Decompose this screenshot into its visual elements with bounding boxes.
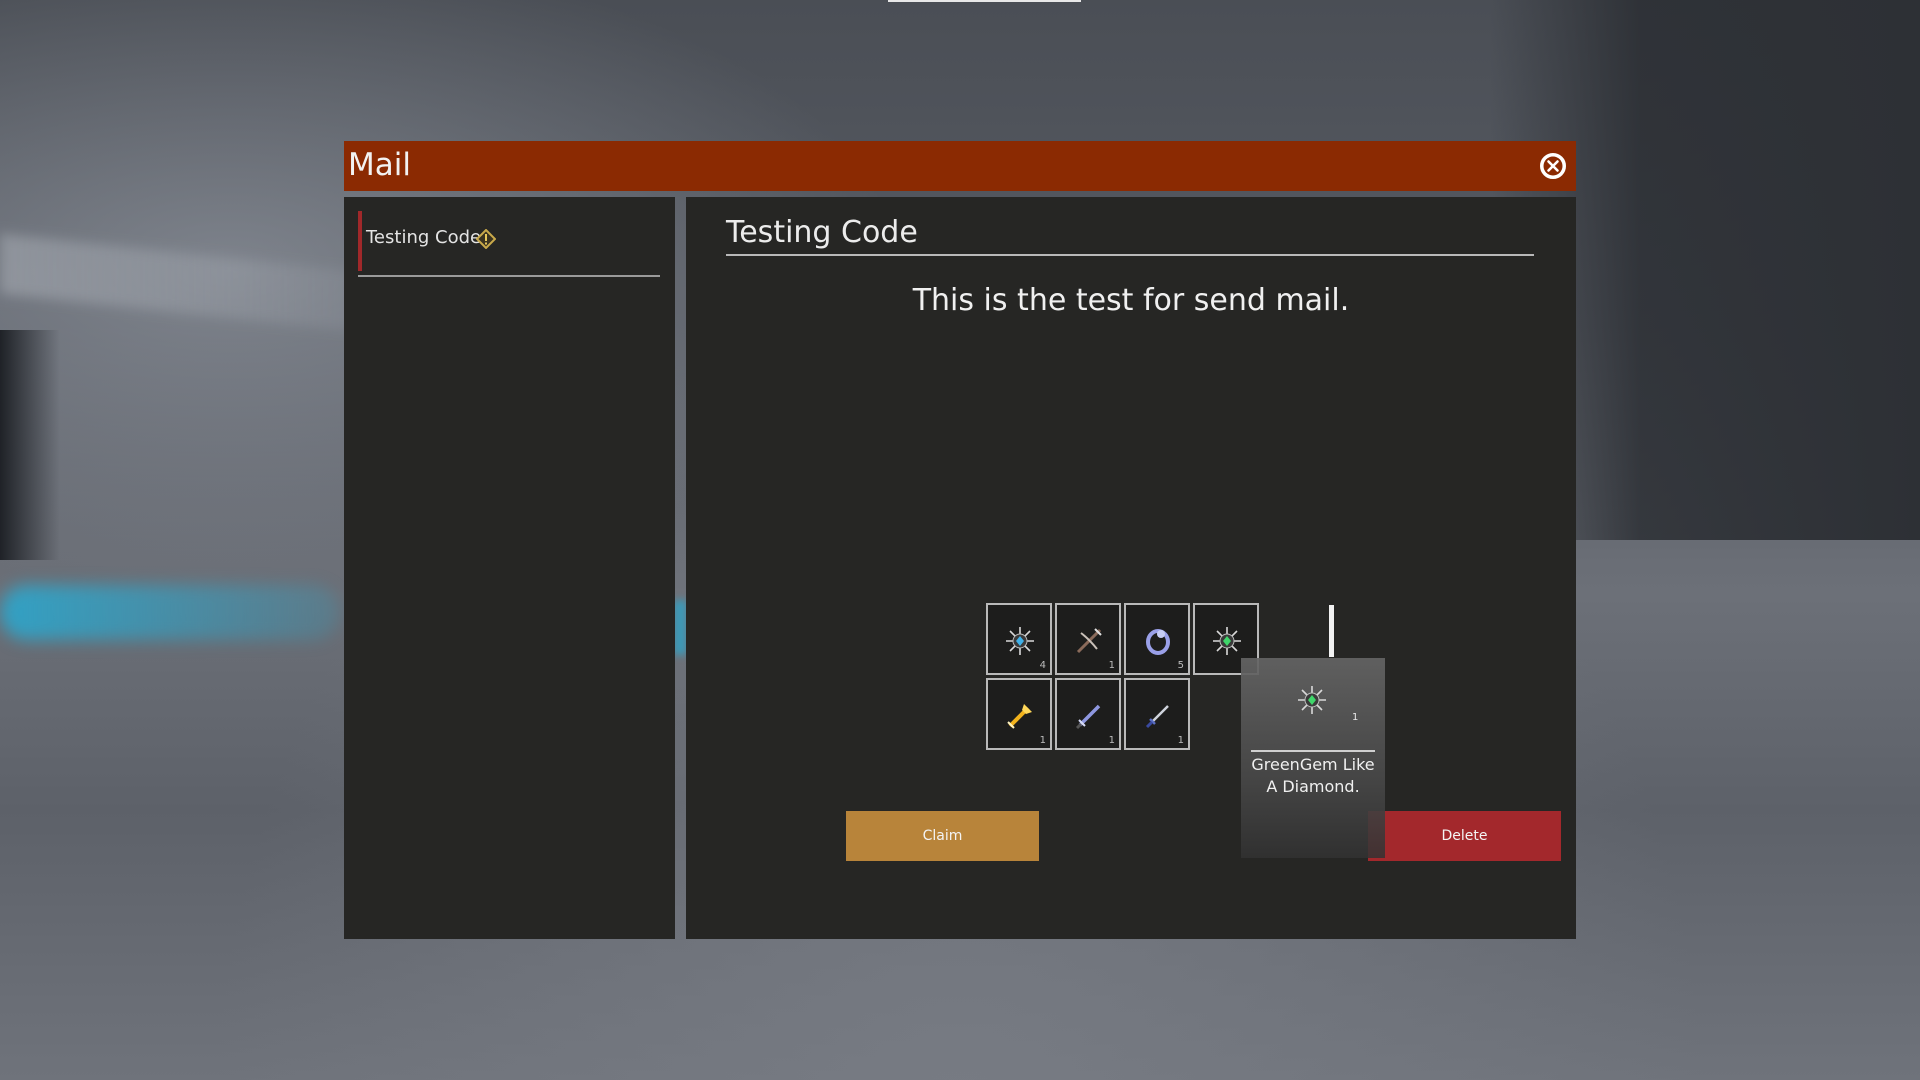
mail-list-item[interactable]: Testing Code [358,211,660,277]
divider [1251,750,1375,752]
close-button[interactable] [1538,151,1568,181]
item-tooltip: 1 GreenGem Like A Diamond. [1241,658,1385,858]
ring-icon [1146,629,1170,655]
item-quantity: 1 [1108,660,1115,671]
close-icon [1541,154,1565,178]
crossbow-icon [1076,628,1102,654]
mail-list: Testing Code [344,197,675,939]
tooltip-line: A Diamond. [1266,777,1360,796]
blue-gem-icon [1006,627,1034,655]
window-title: Mail [348,147,411,183]
tooltip-icon-frame: 1 [1265,666,1359,752]
selected-indicator [358,211,362,271]
attachment-slot[interactable]: 1 [1124,678,1190,750]
attachment-slot[interactable]: 1 [986,678,1052,750]
blue-sword-icon [1075,704,1101,730]
tooltip-line: GreenGem Like [1251,755,1375,774]
attachment-slot[interactable]: 4 [986,603,1052,675]
background-glow [0,585,340,640]
item-quantity: 5 [1177,660,1184,671]
green-gem-icon [1298,686,1326,714]
mail-subject: Testing Code [726,215,918,250]
background-shadow [0,330,60,560]
green-gem-icon [1213,627,1241,655]
attachment-slot[interactable]: 1 [1055,603,1121,675]
tooltip-description: GreenGem Like A Diamond. [1241,754,1385,798]
mail-window: Mail Testing Code Testing Code This is t… [344,141,1576,939]
scrollbar[interactable] [1329,605,1334,657]
delete-button[interactable]: Delete [1368,811,1561,861]
attachment-slot[interactable]: 1 [1055,678,1121,750]
title-bar: Mail [344,141,1576,191]
warning-diamond-icon [476,229,496,249]
item-quantity: 1 [1108,735,1115,746]
mail-content: Testing Code This is the test for send m… [686,197,1576,939]
top-indicator [888,0,1081,2]
mail-item-label: Testing Code [366,227,482,248]
divider [358,275,660,277]
item-quantity: 1 [1177,735,1184,746]
dagger-icon [1145,705,1169,729]
tooltip-quantity: 1 [1352,712,1359,723]
item-quantity: 4 [1039,660,1046,671]
item-quantity: 1 [1039,735,1046,746]
attachment-slot[interactable]: 5 [1124,603,1190,675]
gold-weapon-icon [1007,704,1032,729]
divider [726,254,1534,256]
mail-body: This is the test for send mail. [912,283,1350,318]
claim-button[interactable]: Claim [846,811,1039,861]
